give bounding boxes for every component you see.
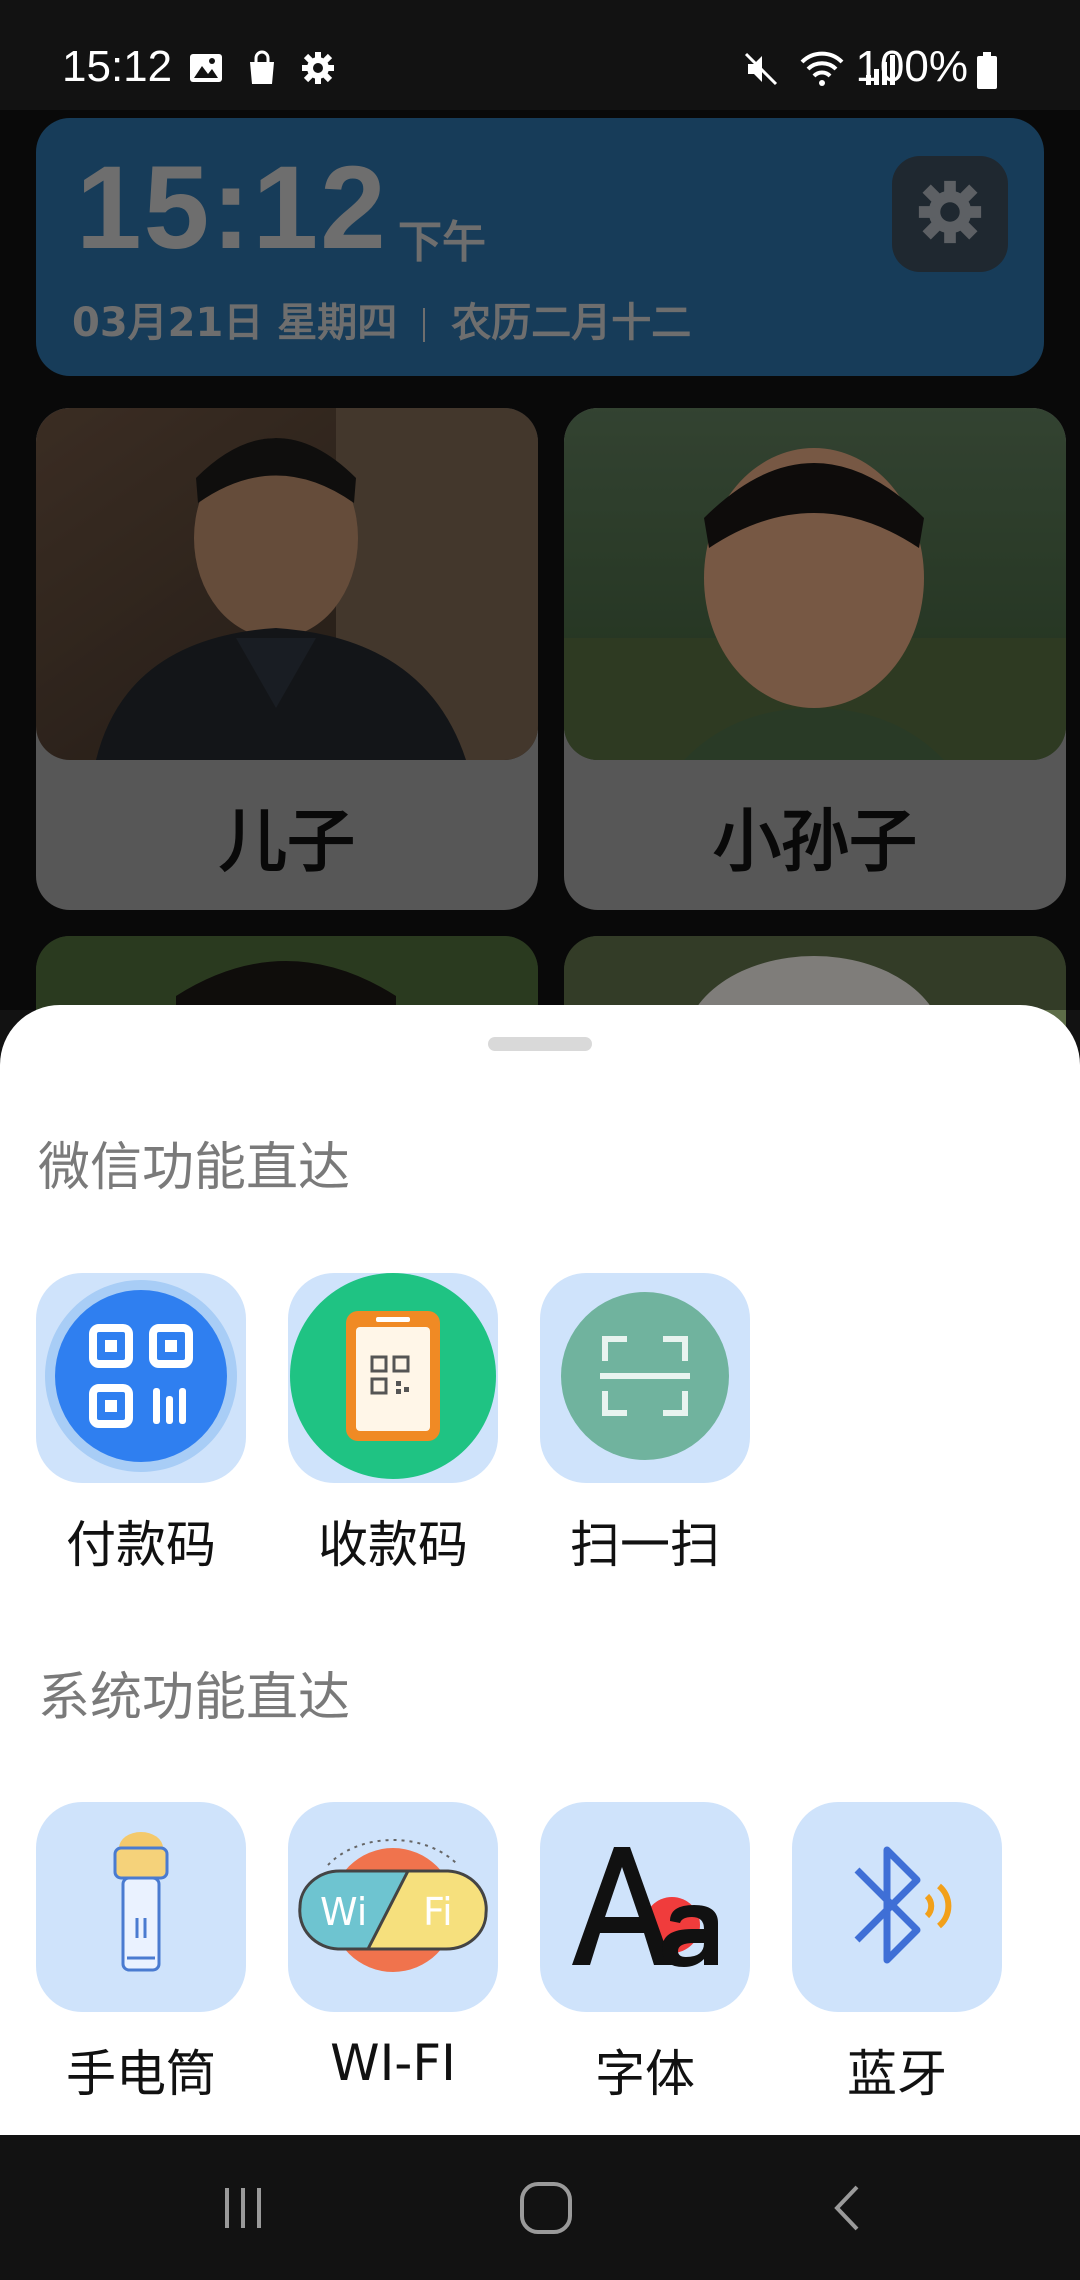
bluetooth-button[interactable]: 蓝牙	[792, 1802, 1002, 2106]
home-button[interactable]	[506, 2175, 586, 2245]
wechat-section-title: 微信功能直达	[38, 1138, 351, 1198]
payment-code-label: 付款码	[66, 1516, 216, 1574]
contact-photo	[36, 408, 538, 760]
sheet-drag-handle[interactable]	[488, 1037, 592, 1051]
contact-name: 儿子	[218, 802, 355, 882]
scan-icon-box	[540, 1273, 750, 1483]
recents-icon	[219, 2183, 269, 2237]
mute-icon	[742, 50, 780, 92]
contact-card-son[interactable]: 儿子	[36, 408, 538, 910]
font-icon	[560, 1835, 730, 1979]
recents-button[interactable]	[204, 2175, 284, 2245]
status-icons-left	[188, 50, 336, 90]
settings-button[interactable]	[892, 156, 1008, 272]
clock-ampm: 下午	[398, 217, 486, 268]
clock-date: 03月21日 星期四	[72, 300, 398, 346]
receive-code-icon-box	[288, 1273, 498, 1483]
bluetooth-icon-box	[792, 1802, 1002, 2012]
clock-date-line: 03月21日 星期四 农历二月十二	[72, 290, 691, 348]
scan-label: 扫一扫	[570, 1516, 720, 1574]
gear-icon	[300, 50, 336, 90]
wifi-icon: Wi Fi	[288, 1825, 498, 1989]
svg-text:Wi: Wi	[320, 1890, 367, 1934]
scan-icon	[560, 1291, 730, 1465]
font-icon-box	[540, 1802, 750, 2012]
flashlight-icon-box	[36, 1802, 246, 2012]
clock-lunar-date: 农历二月十二	[451, 300, 692, 346]
bluetooth-icon	[827, 1830, 967, 1984]
scan-button[interactable]: 扫一扫	[540, 1273, 750, 1577]
receive-code-label: 收款码	[318, 1516, 468, 1574]
quick-access-sheet: 微信功能直达 付款码 收款码 扫一扫 系统功能直达 手电筒 Wi Fi WI-F…	[0, 1005, 1080, 2135]
payment-qr-icon	[41, 1276, 241, 1480]
gear-icon	[915, 177, 985, 251]
svg-text:Fi: Fi	[423, 1890, 453, 1934]
font-button[interactable]: 字体	[540, 1802, 750, 2106]
bluetooth-label: 蓝牙	[847, 2045, 947, 2103]
contact-name: 小孙子	[712, 802, 917, 882]
battery-icon	[976, 52, 998, 94]
wifi-label: WI-FI	[330, 2034, 456, 2092]
navigation-bar	[0, 2135, 1080, 2280]
wifi-icon-box: Wi Fi	[288, 1802, 498, 2012]
receive-code-button[interactable]: 收款码	[288, 1273, 498, 1577]
wifi-button[interactable]: Wi Fi WI-FI	[288, 1802, 498, 2092]
clock-time: 15:12	[76, 142, 388, 274]
receive-qr-icon	[288, 1271, 498, 1485]
battery-percent: 100%	[855, 42, 968, 91]
status-bar: 15:12 100%	[0, 0, 1080, 110]
date-divider	[423, 308, 426, 342]
contact-card-grandson[interactable]: 小孙子	[564, 408, 1066, 910]
system-section-title: 系统功能直达	[38, 1668, 351, 1728]
flashlight-button[interactable]: 手电筒	[36, 1802, 246, 2106]
image-icon	[188, 50, 224, 90]
contact-photo	[564, 408, 1066, 760]
wifi-icon	[798, 50, 846, 92]
payment-code-button[interactable]: 付款码	[36, 1273, 246, 1577]
status-time: 15:12	[62, 42, 173, 91]
flashlight-icon	[81, 1830, 201, 1984]
font-label: 字体	[595, 2045, 695, 2103]
shopping-bag-icon	[244, 50, 280, 90]
back-icon	[823, 2183, 873, 2237]
payment-code-icon-box	[36, 1273, 246, 1483]
flashlight-label: 手电筒	[66, 2045, 216, 2103]
clock-card[interactable]: 15:12 下午 03月21日 星期四 农历二月十二	[36, 118, 1044, 376]
home-icon	[518, 2180, 574, 2240]
back-button[interactable]	[808, 2175, 888, 2245]
